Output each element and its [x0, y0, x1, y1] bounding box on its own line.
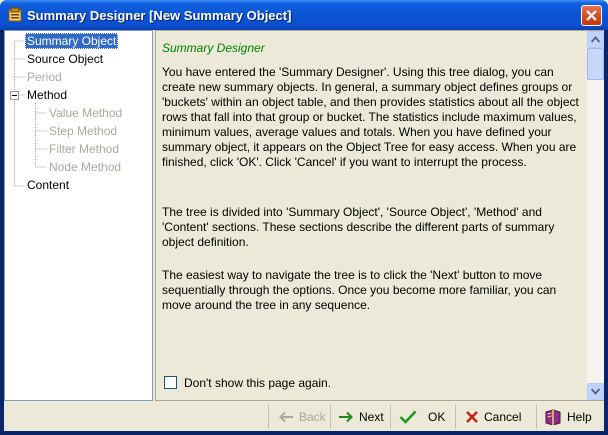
button-bar: Back Next OK Cancel Help [4, 403, 604, 431]
scroll-up-button[interactable] [587, 31, 604, 48]
tree-item-period[interactable]: Period [25, 69, 64, 85]
tree-item-node-method[interactable]: Node Method [47, 159, 123, 175]
arrow-left-icon [279, 411, 293, 423]
back-button[interactable]: Back [272, 405, 332, 429]
help-button[interactable]: Help [538, 405, 598, 429]
tree-item-step-method[interactable]: Step Method [47, 123, 119, 139]
help-book-icon [545, 409, 561, 425]
arrow-right-icon [339, 411, 353, 423]
dialog-client: Summary Object Source Object Period Meth… [4, 30, 604, 431]
collapse-method-icon[interactable] [10, 91, 19, 100]
ok-button[interactable]: OK [393, 405, 451, 429]
checkmark-icon [399, 410, 417, 424]
tree-item-value-method[interactable]: Value Method [47, 105, 124, 121]
separator [455, 405, 456, 429]
tree-item-content[interactable]: Content [25, 177, 71, 193]
next-button[interactable]: Next [332, 405, 390, 429]
scroll-down-button[interactable] [587, 383, 604, 400]
separator [268, 405, 269, 429]
dont-show-again-label[interactable]: Don't show this page again. [184, 376, 331, 390]
arrow-down-icon [591, 388, 600, 395]
close-button[interactable] [581, 5, 602, 26]
app-icon [7, 7, 23, 23]
ok-button-label: OK [428, 410, 446, 424]
scroll-thumb[interactable] [587, 48, 604, 80]
back-button-label: Back [299, 410, 326, 424]
close-icon [586, 10, 597, 21]
separator [330, 405, 331, 429]
vertical-scrollbar[interactable] [587, 31, 604, 400]
separator [390, 405, 391, 429]
tree-item-summary-object[interactable]: Summary Object [25, 33, 119, 49]
navigation-paragraph: The easiest way to navigate the tree is … [162, 268, 557, 312]
navigation-tree[interactable]: Summary Object Source Object Period Meth… [4, 30, 153, 401]
help-button-label: Help [567, 410, 592, 424]
title-bar[interactable]: Summary Designer [New Summary Object] [0, 0, 608, 30]
page-title: Summary Designer [162, 41, 265, 55]
separator [536, 405, 537, 429]
dialog-window: Summary Designer [New Summary Object] Su… [0, 0, 608, 435]
window-title: Summary Designer [New Summary Object] [27, 8, 292, 23]
arrow-up-icon [591, 36, 600, 43]
cancel-x-icon [466, 411, 478, 423]
tree-item-filter-method[interactable]: Filter Method [47, 141, 121, 157]
dont-show-again-checkbox[interactable] [164, 376, 177, 389]
content-scroll-area: Summary Designer You have entered the 'S… [156, 31, 586, 400]
intro-paragraph: You have entered the 'Summary Designer'.… [162, 65, 579, 169]
tree-item-source-object[interactable]: Source Object [25, 51, 105, 67]
cancel-button[interactable]: Cancel [459, 405, 527, 429]
content-panel: Summary Designer You have entered the 'S… [155, 30, 604, 401]
cancel-button-label: Cancel [484, 410, 522, 424]
tree-item-method[interactable]: Method [25, 87, 69, 103]
sections-paragraph: The tree is divided into 'Summary Object… [162, 205, 555, 249]
next-button-label: Next [359, 410, 384, 424]
